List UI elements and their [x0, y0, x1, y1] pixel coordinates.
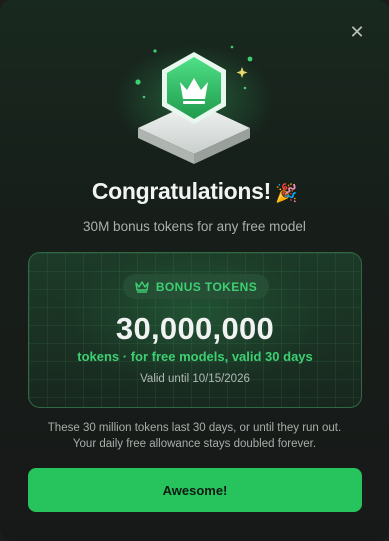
bonus-dialog: ✕ Congratulations! 🎉 30M bonus tokens fo… — [0, 0, 389, 541]
party-popper-icon: 🎉 — [275, 183, 298, 203]
crown-icon — [135, 280, 149, 293]
close-button[interactable]: ✕ — [347, 22, 367, 42]
bonus-badge: BONUS TOKENS — [123, 274, 269, 299]
token-amount: 30,000,000 — [115, 311, 275, 346]
bonus-card: BONUS TOKENS 30,000,000 tokens · for fre… — [28, 252, 362, 408]
dialog-subtitle: 30M bonus tokens for any free model — [83, 219, 306, 234]
hero-illustration — [0, 40, 389, 170]
awesome-button[interactable]: Awesome! — [28, 468, 362, 512]
valid-until: Valid until 10/15/2026 — [140, 373, 250, 385]
title-text: Congratulations! — [91, 178, 272, 204]
info-note: These 30 million tokens last 30 days, or… — [20, 420, 369, 452]
token-description: tokens · for free models, valid 30 days — [77, 349, 313, 364]
badge-label: BONUS TOKENS — [155, 279, 258, 294]
dialog-title: Congratulations! 🎉 — [0, 178, 389, 205]
close-icon: ✕ — [349, 22, 365, 42]
crown-badge-icon — [114, 45, 274, 164]
note-line-2: Your daily free allowance stays doubled … — [72, 438, 317, 450]
note-line-1: These 30 million tokens last 30 days, or… — [47, 422, 342, 434]
